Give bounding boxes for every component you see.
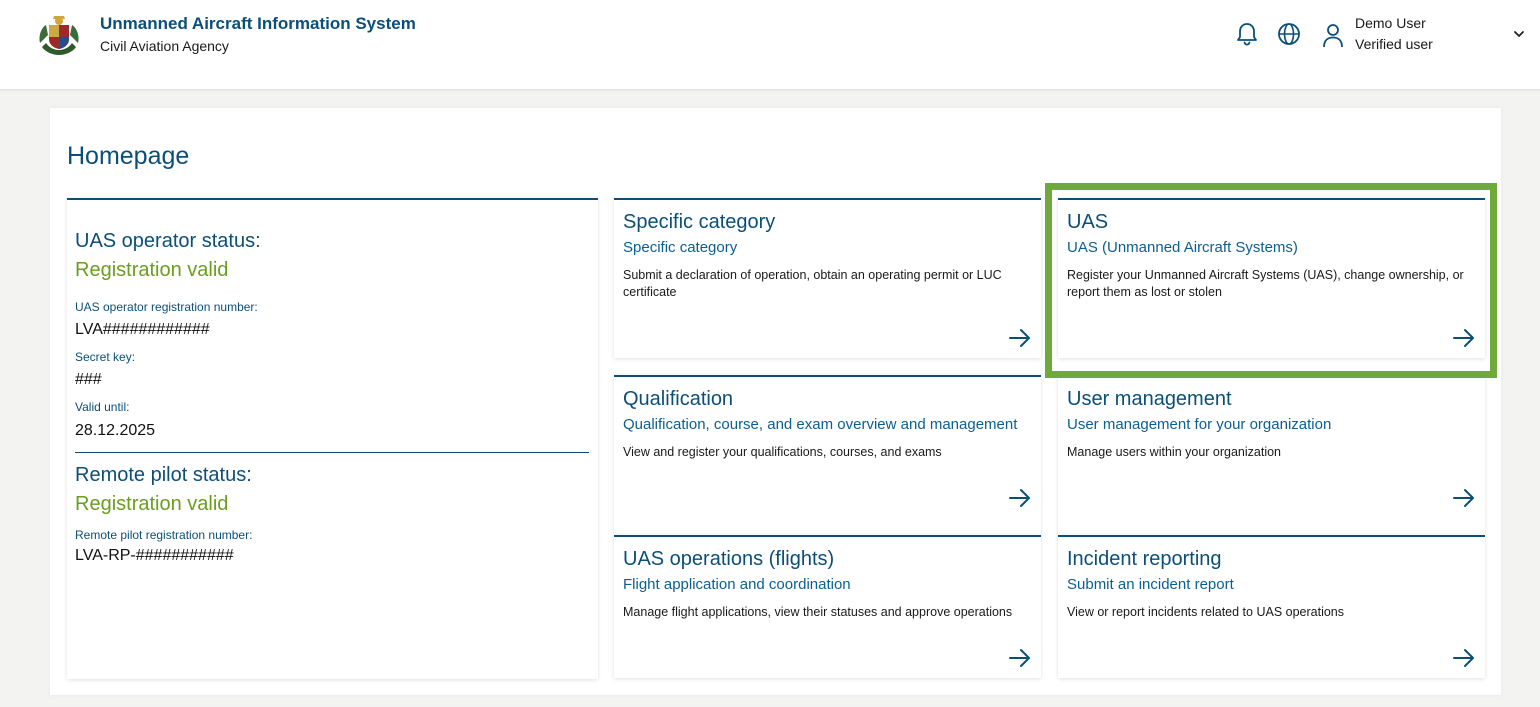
pilot-reg-label: Remote pilot registration number: [75,528,253,542]
user-role: Verified user [1355,36,1433,52]
secret-key-label: Secret key: [75,350,136,364]
secret-key-value: ### [75,371,102,388]
tile-title: Specific category [623,211,776,233]
tile-specific-category[interactable]: Specific category Specific category Subm… [614,198,1041,358]
app-subtitle: Civil Aviation Agency [100,38,229,54]
tile-title: Qualification [623,388,734,410]
status-divider [75,452,589,453]
arrow-right-icon[interactable] [1452,647,1476,669]
bell-icon[interactable] [1234,21,1260,47]
tile-subtitle: Qualification, course, and exam overview… [623,416,1018,433]
tile-title: UAS [1067,211,1109,233]
operator-reg-value: LVA############ [75,321,210,338]
arrow-right-icon[interactable] [1452,487,1476,509]
tile-title: Incident reporting [1067,548,1222,570]
coat-of-arms-icon [39,16,79,55]
tile-description: View or report incidents related to UAS … [1067,605,1345,619]
globe-icon[interactable] [1276,21,1302,47]
tile-description: Submit a declaration of operation, obtai… [623,268,1002,299]
page-title: Homepage [67,142,190,170]
user-name[interactable]: Demo User [1355,15,1426,31]
tile-uas-operations[interactable]: UAS operations (flights) Flight applicat… [614,535,1041,678]
tile-title: UAS operations (flights) [623,548,835,570]
tile-title: User management [1067,388,1232,410]
arrow-right-icon[interactable] [1008,647,1032,669]
tile-description: View and register your qualifications, c… [623,445,942,459]
tile-description: Manage users within your organization [1067,445,1282,459]
operator-status-heading: UAS operator status: [75,230,261,252]
pilot-status-value: Registration valid [75,493,229,515]
tile-subtitle: UAS (Unmanned Aircraft Systems) [1067,239,1298,256]
operator-status-value: Registration valid [75,259,229,281]
tile-description: Manage flight applications, view their s… [623,605,1013,619]
app-title: Unmanned Aircraft Information System [100,14,416,33]
tile-subtitle: Specific category [623,239,738,256]
tile-subtitle: Flight application and coordination [623,576,851,593]
status-card: UAS operator status: Registration valid … [67,198,598,679]
tile-user-management[interactable]: User management User management for your… [1058,375,1485,535]
tile-qualification[interactable]: Qualification Qualification, course, and… [614,375,1041,535]
chevron-down-icon[interactable] [1512,27,1526,41]
arrow-right-icon[interactable] [1008,327,1032,349]
tile-description: Register your Unmanned Aircraft Systems … [1067,268,1464,299]
user-icon[interactable] [1321,22,1345,48]
app-header: Unmanned Aircraft Information System Civ… [0,0,1540,90]
tile-subtitle: Submit an incident report [1067,576,1234,593]
arrow-right-icon[interactable] [1008,487,1032,509]
tile-uas[interactable]: UAS UAS (Unmanned Aircraft Systems) Regi… [1058,198,1485,358]
tile-subtitle: User management for your organization [1067,416,1332,433]
valid-until-label: Valid until: [75,400,130,414]
pilot-status-heading: Remote pilot status: [75,464,252,486]
tile-incident-reporting[interactable]: Incident reporting Submit an incident re… [1058,535,1485,678]
pilot-reg-value: LVA-RP-########### [75,547,234,564]
valid-until-value: 28.12.2025 [75,422,156,439]
arrow-right-icon[interactable] [1452,327,1476,349]
operator-reg-label: UAS operator registration number: [75,300,258,314]
